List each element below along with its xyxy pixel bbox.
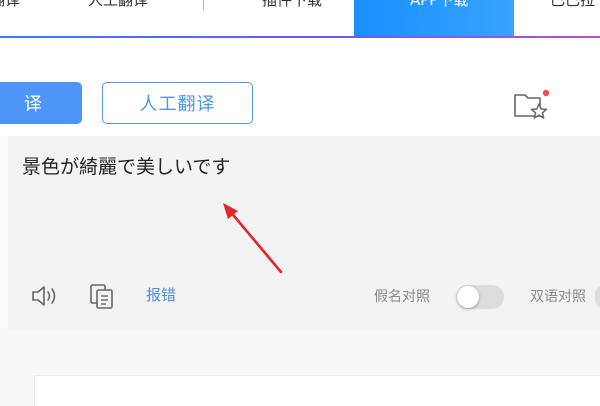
toggle-knob: [457, 286, 479, 308]
nav-item-app-download-label: APP下载: [410, 0, 469, 9]
nav-divider: [203, 0, 204, 10]
nav-item-translate[interactable]: 翻译: [0, 0, 20, 12]
kana-toggle[interactable]: [456, 285, 504, 309]
speaker-icon[interactable]: [30, 283, 60, 309]
toolbar-band: [0, 38, 600, 136]
nav-item-app-download[interactable]: APP下载: [354, 0, 514, 36]
nav-item-human-translate[interactable]: 人工翻译: [88, 0, 148, 12]
favorites-folder-icon[interactable]: [512, 88, 552, 122]
bilingual-toggle-label: 双语对照: [530, 289, 586, 305]
notification-dot: [542, 89, 550, 97]
panel-edge: [0, 136, 8, 330]
nav-item-plugin-download[interactable]: 插件下载: [262, 0, 322, 12]
top-navigation: 翻译 人工翻译 插件下载 APP下载 已已拉: [0, 0, 600, 38]
nav-item-more[interactable]: 已已拉: [550, 0, 595, 12]
source-text: 景色が綺麗で美しいです: [22, 156, 231, 178]
red-arrow-annotation: [223, 203, 283, 274]
human-translate-button[interactable]: 人工翻译: [102, 82, 253, 124]
result-card: [34, 375, 600, 406]
report-error-link[interactable]: 报错: [146, 284, 176, 305]
translate-button[interactable]: 译: [0, 82, 82, 124]
kana-toggle-label: 假名对照: [374, 289, 430, 305]
copy-icon[interactable]: [88, 282, 116, 310]
